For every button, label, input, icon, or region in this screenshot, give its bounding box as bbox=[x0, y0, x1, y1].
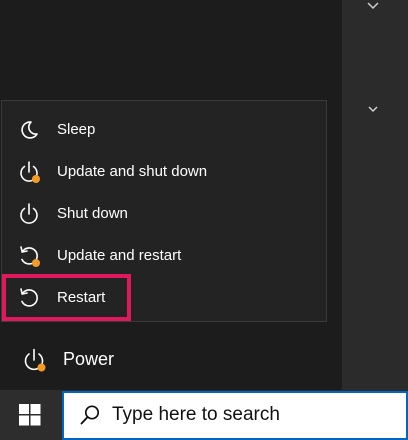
menu-item-label: Update and shut down bbox=[57, 162, 208, 180]
moon-icon bbox=[16, 117, 42, 143]
menu-item-sleep[interactable]: Sleep bbox=[2, 108, 326, 150]
menu-item-label: Restart bbox=[57, 288, 106, 306]
chevron-down-icon[interactable] bbox=[366, 0, 380, 12]
taskbar-search-box[interactable] bbox=[62, 391, 408, 440]
restart-update-icon bbox=[16, 243, 42, 269]
menu-item-label: Shut down bbox=[57, 204, 128, 222]
search-input[interactable] bbox=[112, 401, 392, 429]
chevron-down-icon[interactable] bbox=[367, 104, 379, 114]
start-button[interactable] bbox=[0, 390, 60, 440]
power-icon bbox=[16, 201, 42, 227]
menu-item-shut-down[interactable]: Shut down bbox=[2, 192, 326, 234]
restart-icon bbox=[16, 285, 42, 311]
menu-item-restart[interactable]: Restart bbox=[2, 276, 326, 318]
menu-item-label: Update and restart bbox=[57, 246, 182, 264]
power-button[interactable]: Power bbox=[0, 337, 342, 381]
search-icon bbox=[79, 404, 101, 426]
windows-logo-icon bbox=[19, 404, 41, 426]
power-options-menu: Sleep Update and shut down Shut down Upd… bbox=[1, 100, 327, 322]
menu-item-update-and-shut-down[interactable]: Update and shut down bbox=[2, 150, 326, 192]
power-update-icon bbox=[20, 346, 48, 374]
start-menu-tiles-pane bbox=[342, 0, 408, 390]
menu-item-update-and-restart[interactable]: Update and restart bbox=[2, 234, 326, 276]
power-label: Power bbox=[63, 349, 115, 369]
taskbar bbox=[0, 390, 408, 440]
menu-item-label: Sleep bbox=[57, 120, 96, 138]
power-update-icon bbox=[16, 159, 42, 185]
